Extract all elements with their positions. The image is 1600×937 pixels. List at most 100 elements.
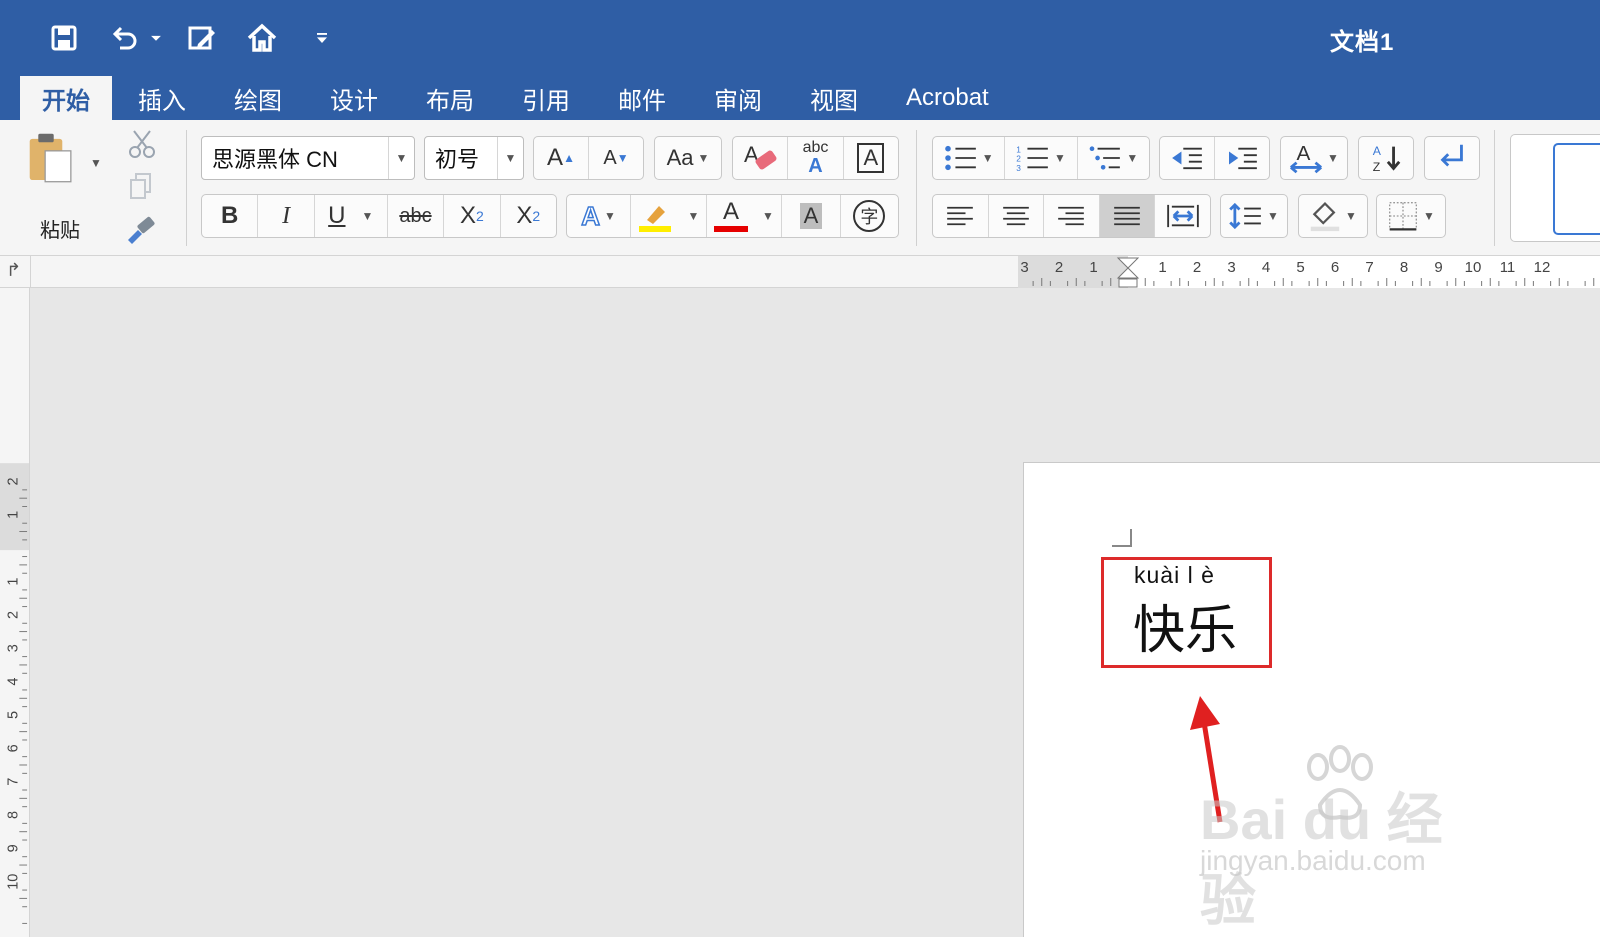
horizontal-ruler[interactable]: 3 2 1 1 2 3 4 5 6 7 8 9 10 11 12 xyxy=(1018,256,1600,288)
subscript-button[interactable]: X2 xyxy=(444,195,501,237)
borders-button[interactable]: ▼ xyxy=(1376,194,1446,238)
distributed-button[interactable] xyxy=(1155,195,1210,237)
watermark-url: jingyan.baidu.com xyxy=(1200,845,1426,876)
vertical-ruler[interactable]: 2 1 1 2 3 4 5 6 7 8 9 10 xyxy=(0,288,30,937)
text-effects-dropdown-icon[interactable]: ▼ xyxy=(604,209,616,223)
font-name-dropdown-icon[interactable]: ▼ xyxy=(388,137,414,179)
bullet-list-icon xyxy=(944,145,976,171)
show-formatting-button[interactable] xyxy=(1424,136,1480,180)
change-case-button[interactable]: Aa ▼ xyxy=(654,136,722,180)
bold-button[interactable]: B xyxy=(202,195,259,237)
document-text[interactable]: 快乐 xyxy=(1133,588,1237,663)
italic-button[interactable]: I xyxy=(258,195,315,237)
asian-layout-dropdown-icon[interactable]: ▼ xyxy=(1327,151,1339,165)
tab-home[interactable]: 开始 xyxy=(20,76,112,120)
paste-button[interactable]: 粘贴 xyxy=(22,132,88,242)
copy-icon[interactable] xyxy=(128,172,156,200)
tab-review[interactable]: 审阅 xyxy=(692,76,784,120)
cut-icon[interactable] xyxy=(126,128,158,160)
ruler-label: 2 xyxy=(1055,259,1063,276)
bullets-dropdown-icon[interactable]: ▼ xyxy=(982,151,994,165)
align-right-button[interactable] xyxy=(1044,195,1100,237)
align-left-button[interactable] xyxy=(933,195,989,237)
multilevel-dropdown-icon[interactable]: ▼ xyxy=(1126,151,1138,165)
undo-dropdown-icon[interactable] xyxy=(146,20,166,56)
character-shading-button[interactable]: A xyxy=(782,195,841,237)
align-center-button[interactable] xyxy=(989,195,1045,237)
customize-toolbar-icon[interactable] xyxy=(304,20,340,56)
ruler-label: 7 xyxy=(5,778,21,786)
font-color-letter: A xyxy=(723,198,740,225)
text-effects-button[interactable]: A ▼ xyxy=(567,195,632,237)
undo-icon[interactable] xyxy=(106,20,142,56)
left-indent-marker[interactable] xyxy=(1118,278,1138,288)
decrease-indent-button[interactable] xyxy=(1160,137,1215,179)
line-spacing-dropdown-icon[interactable]: ▼ xyxy=(1267,209,1279,223)
shading-button[interactable]: ▼ xyxy=(1298,194,1368,238)
home-icon[interactable] xyxy=(244,20,280,56)
grow-font-button[interactable]: A ▲ xyxy=(534,137,589,179)
numbering-dropdown-icon[interactable]: ▼ xyxy=(1054,151,1066,165)
character-border-label: A xyxy=(857,143,885,173)
ruler-label: 1 xyxy=(1158,259,1166,276)
character-border-button[interactable]: A xyxy=(844,137,898,179)
enclose-characters-button[interactable]: 字 xyxy=(841,195,898,237)
highlight-dropdown-icon[interactable]: ▼ xyxy=(687,209,699,223)
margin-corner-mark xyxy=(1112,529,1132,547)
phonetic-guide-button[interactable]: abc A xyxy=(788,137,844,179)
tab-draw[interactable]: 绘图 xyxy=(212,76,304,120)
styles-gallery[interactable] xyxy=(1510,134,1600,242)
font-color-dropdown-icon[interactable]: ▼ xyxy=(762,209,774,223)
asian-layout-button[interactable]: A ▼ xyxy=(1280,136,1348,180)
font-color-label: A xyxy=(714,198,749,232)
justify-button[interactable] xyxy=(1099,195,1156,237)
change-case-dropdown-icon[interactable]: ▼ xyxy=(698,151,710,165)
character-shading-label: A xyxy=(799,203,823,229)
tab-references[interactable]: 引用 xyxy=(500,76,592,120)
shrink-font-button[interactable]: A ▼ xyxy=(589,137,643,179)
borders-dropdown-icon[interactable]: ▼ xyxy=(1423,209,1435,223)
ruler-label: 1 xyxy=(5,511,21,519)
ruler-label: 6 xyxy=(5,744,21,752)
format-painter-icon[interactable] xyxy=(124,214,158,246)
edit-document-icon[interactable] xyxy=(184,20,220,56)
tab-insert[interactable]: 插入 xyxy=(116,76,208,120)
paste-dropdown-icon[interactable]: ▼ xyxy=(90,156,102,170)
strikethrough-button[interactable]: abc xyxy=(388,195,445,237)
ruler-label: 2 xyxy=(5,611,21,619)
shading-dropdown-icon[interactable]: ▼ xyxy=(1345,209,1357,223)
line-spacing-icon xyxy=(1229,203,1261,229)
superscript-button[interactable]: X2 xyxy=(501,195,556,237)
font-color-button[interactable]: A ▼ xyxy=(707,195,783,237)
ruler-label: 9 xyxy=(5,844,21,852)
multilevel-list-button[interactable]: ▼ xyxy=(1078,137,1149,179)
tab-acrobat[interactable]: Acrobat xyxy=(884,76,1011,120)
line-spacing-button[interactable]: ▼ xyxy=(1220,194,1288,238)
tab-mailings[interactable]: 邮件 xyxy=(596,76,688,120)
align-center-icon xyxy=(1003,206,1029,226)
multilevel-list-icon xyxy=(1090,146,1121,170)
clear-formatting-button[interactable]: A xyxy=(733,137,789,179)
increase-indent-button[interactable] xyxy=(1215,137,1269,179)
decrease-indent-icon xyxy=(1172,147,1202,170)
underline-dropdown-icon[interactable]: ▼ xyxy=(362,209,374,223)
sort-button[interactable]: AZ xyxy=(1358,136,1414,180)
tab-selector-icon[interactable]: ↱ xyxy=(6,260,21,281)
underline-button[interactable]: U ▼ xyxy=(315,195,388,237)
svg-text:Z: Z xyxy=(1373,160,1381,174)
tab-view[interactable]: 视图 xyxy=(788,76,880,120)
clear-phonetic-border-group: A abc A A xyxy=(732,136,899,180)
font-size-dropdown-icon[interactable]: ▼ xyxy=(497,137,523,179)
font-size-field[interactable]: 初号 ▼ xyxy=(424,136,524,180)
font-name-field[interactable]: 思源黑体 CN ▼ xyxy=(201,136,415,180)
tab-layout[interactable]: 布局 xyxy=(404,76,496,120)
bullets-button[interactable]: ▼ xyxy=(933,137,1006,179)
tab-design[interactable]: 设计 xyxy=(308,76,400,120)
eraser-icon: A xyxy=(744,142,777,170)
subscript-mark: 2 xyxy=(475,208,484,224)
numbering-button[interactable]: 1 2 3 ▼ xyxy=(1005,137,1078,179)
phonetic-guide-text[interactable]: kuài l è xyxy=(1134,562,1215,589)
highlight-button[interactable]: ▼ xyxy=(631,195,707,237)
styles-gallery-item[interactable] xyxy=(1553,143,1600,235)
save-icon[interactable] xyxy=(46,20,82,56)
